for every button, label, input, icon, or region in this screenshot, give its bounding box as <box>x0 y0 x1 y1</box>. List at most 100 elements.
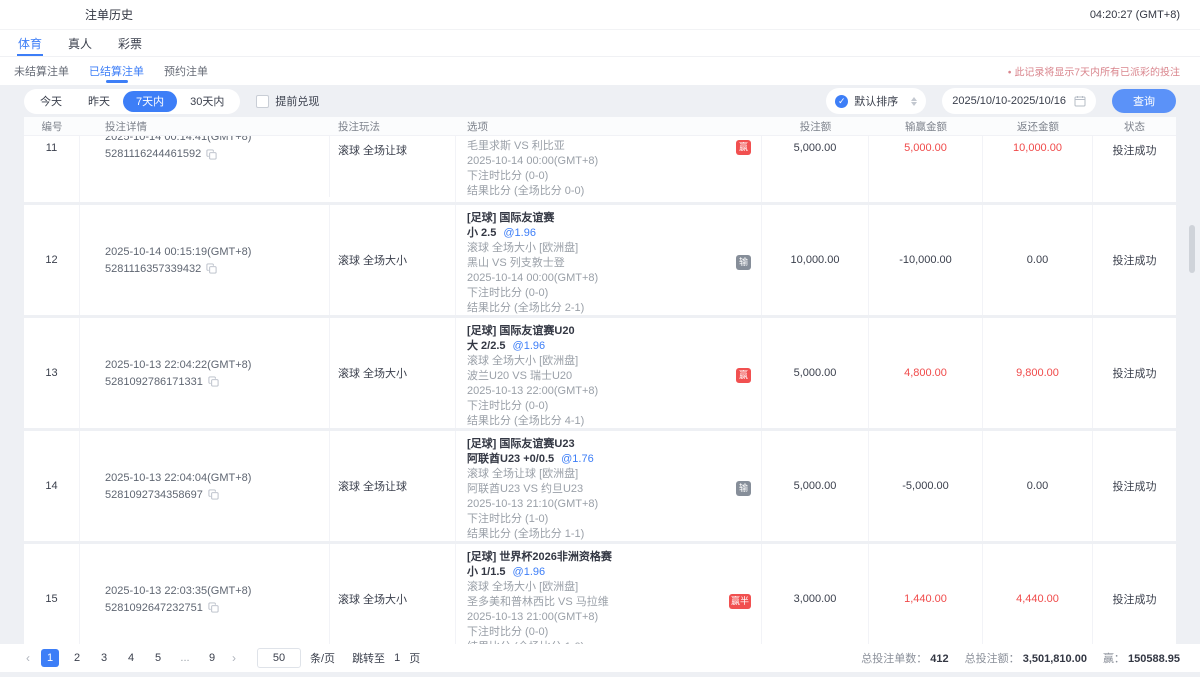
page-button[interactable]: 2 <box>68 649 86 667</box>
bet-detail: 2025-10-13 22:04:04(GMT+8) 5281092734358… <box>80 431 330 541</box>
checkbox-icon[interactable] <box>256 95 269 108</box>
page-unit-label: 页 <box>409 650 420 666</box>
range-7days[interactable]: 7天内 <box>123 91 177 112</box>
bet-time: 2025-10-14 00:14:41(GMT+8) <box>105 136 329 143</box>
footer-bar: ‹ 1 2 3 4 5 ... 9 › 条/页 跳转至 1 页 总投注单数： 4… <box>0 644 1200 672</box>
teams: 黑山 VS 列支敦士登 <box>467 256 761 271</box>
market: 滚球 全场让球 [欧洲盘] <box>467 467 761 482</box>
date-range-value: 2025/10/10-2025/10/16 <box>952 95 1066 107</box>
bet-id: 5281116357339432 <box>105 263 201 275</box>
bet-amount: 5,000.00 <box>762 136 869 202</box>
total-win-value: 150588.95 <box>1128 653 1180 665</box>
bet-time: 2025-10-13 22:04:22(GMT+8) <box>105 359 329 371</box>
range-30days[interactable]: 30天内 <box>177 91 237 112</box>
bet-play: 滚球 全场让球 <box>330 431 456 541</box>
per-page-label: 条/页 <box>310 650 335 666</box>
teams: 毛里求斯 VS 利比亚 <box>467 139 761 154</box>
page-button[interactable]: 3 <box>95 649 113 667</box>
page-ellipsis[interactable]: ... <box>176 649 194 667</box>
sort-check-icon: ✓ <box>835 95 848 108</box>
bet-number: 14 <box>24 431 80 541</box>
copy-icon[interactable] <box>208 602 219 613</box>
copy-icon[interactable] <box>206 149 217 160</box>
bet-play: 滚球 全场大小 <box>330 205 456 315</box>
bet-play: 滚球 全场大小 <box>330 544 456 649</box>
page-button[interactable]: 4 <box>122 649 140 667</box>
bet-status: 投注成功 <box>1093 431 1176 541</box>
prev-page-button[interactable]: ‹ <box>24 651 32 665</box>
jump-value[interactable]: 1 <box>394 652 400 664</box>
result-badge: 赢 <box>736 140 751 155</box>
bet-table: 编号 投注详情 投注玩法 选项 投注额 输赢金额 返还金额 状态 11 2025… <box>24 117 1176 649</box>
bet-status: 投注成功 <box>1093 136 1176 202</box>
sort-label: 默认排序 <box>854 93 905 109</box>
teams: 圣多美和普林西比 VS 马拉维 <box>467 595 761 610</box>
col-status: 状态 <box>1093 119 1176 134</box>
subtab-unsettled[interactable]: 未结算注单 <box>14 57 69 85</box>
jump-label: 跳转至 <box>352 650 385 666</box>
sub-tabs: 未结算注单 已结算注单 预约注单 •此记录将显示7天内所有已派彩的投注 <box>0 57 1200 85</box>
page-size-input[interactable] <box>257 648 301 668</box>
main-tabs: 体育 真人 彩票 <box>0 30 1200 57</box>
odds: @1.96 <box>513 340 546 352</box>
sort-select[interactable]: ✓ 默认排序 <box>826 88 926 114</box>
col-play: 投注玩法 <box>330 119 456 134</box>
record-note: •此记录将显示7天内所有已派彩的投注 <box>1008 64 1180 79</box>
bet-status: 投注成功 <box>1093 318 1176 428</box>
bet-detail: 2025-10-14 00:14:41(GMT+8) 5281116244461… <box>80 136 330 197</box>
subtab-settled[interactable]: 已结算注单 <box>89 57 144 85</box>
next-page-button[interactable]: › <box>230 651 238 665</box>
winloss-amount: 1,440.00 <box>869 544 983 649</box>
market: 滚球 全场大小 [欧洲盘] <box>467 241 761 256</box>
pagination: ‹ 1 2 3 4 5 ... 9 › 条/页 跳转至 1 页 <box>24 648 420 668</box>
bet-status: 投注成功 <box>1093 544 1176 649</box>
calendar-icon <box>1074 95 1086 107</box>
bet-detail: 2025-10-14 00:15:19(GMT+8) 5281116357339… <box>80 205 330 315</box>
copy-icon[interactable] <box>206 263 217 274</box>
date-range-picker[interactable]: 2025/10/10-2025/10/16 <box>942 88 1096 114</box>
league: [足球] 国际友谊赛U23 <box>467 437 761 452</box>
range-yesterday[interactable]: 昨天 <box>75 91 123 112</box>
tab-live[interactable]: 真人 <box>68 30 92 56</box>
copy-icon[interactable] <box>208 489 219 500</box>
teams: 阿联酋U23 VS 约旦U23 <box>467 482 761 497</box>
total-amount-label: 总投注额： <box>965 653 1020 665</box>
note-dot-icon: • <box>1008 68 1012 79</box>
match-time: 2025-10-14 00:00(GMT+8) <box>467 271 761 286</box>
result-score: 结果比分 (全场比分 4-1) <box>467 414 761 429</box>
copy-icon[interactable] <box>208 376 219 387</box>
result-badge: 赢半 <box>729 594 751 609</box>
bet-play: 滚球 全场让球 <box>330 136 456 202</box>
range-today[interactable]: 今天 <box>27 91 75 112</box>
bet-amount: 3,000.00 <box>762 544 869 649</box>
page-title: 注单历史 <box>85 6 133 23</box>
bet-detail: 2025-10-13 22:03:35(GMT+8) 5281092647232… <box>80 544 330 649</box>
total-win-label: 赢： <box>1103 653 1125 665</box>
page-button[interactable]: 1 <box>41 649 59 667</box>
bet-amount: 5,000.00 <box>762 431 869 541</box>
page-button[interactable]: 9 <box>203 649 221 667</box>
winloss-amount: -5,000.00 <box>869 431 983 541</box>
odds: @1.96 <box>513 566 546 578</box>
bet-score: 下注时比分 (0-0) <box>467 625 761 640</box>
bet-id: 5281092786171331 <box>105 376 203 388</box>
bet-number: 12 <box>24 205 80 315</box>
tab-sports[interactable]: 体育 <box>18 30 42 56</box>
bet-amount: 5,000.00 <box>762 318 869 428</box>
payout-amount: 0.00 <box>983 431 1093 541</box>
bet-time: 2025-10-13 22:03:35(GMT+8) <box>105 585 329 597</box>
match-time: 2025-10-14 00:00(GMT+8) <box>467 154 761 169</box>
subtab-reserved[interactable]: 预约注单 <box>164 57 208 85</box>
search-button[interactable]: 查询 <box>1112 89 1176 113</box>
bet-id: 5281092734358697 <box>105 489 203 501</box>
table-row: 14 2025-10-13 22:04:04(GMT+8) 5281092734… <box>24 428 1176 541</box>
filter-bar: 今天 昨天 7天内 30天内 提前兑现 ✓ 默认排序 2025/10/10-20… <box>0 85 1200 117</box>
table-row: 15 2025-10-13 22:03:35(GMT+8) 5281092647… <box>24 541 1176 649</box>
unfold-icon <box>911 97 917 106</box>
bet-option: [足球] 国际友谊赛U23 阿联酋U23 +0/0.5@1.76 滚球 全场让球… <box>456 431 762 541</box>
early-cashout-checkbox[interactable]: 提前兑现 <box>256 93 319 109</box>
vertical-scrollbar[interactable] <box>1189 225 1195 273</box>
total-amount-value: 3,501,810.00 <box>1023 653 1087 665</box>
page-button[interactable]: 5 <box>149 649 167 667</box>
tab-lottery[interactable]: 彩票 <box>118 30 142 56</box>
